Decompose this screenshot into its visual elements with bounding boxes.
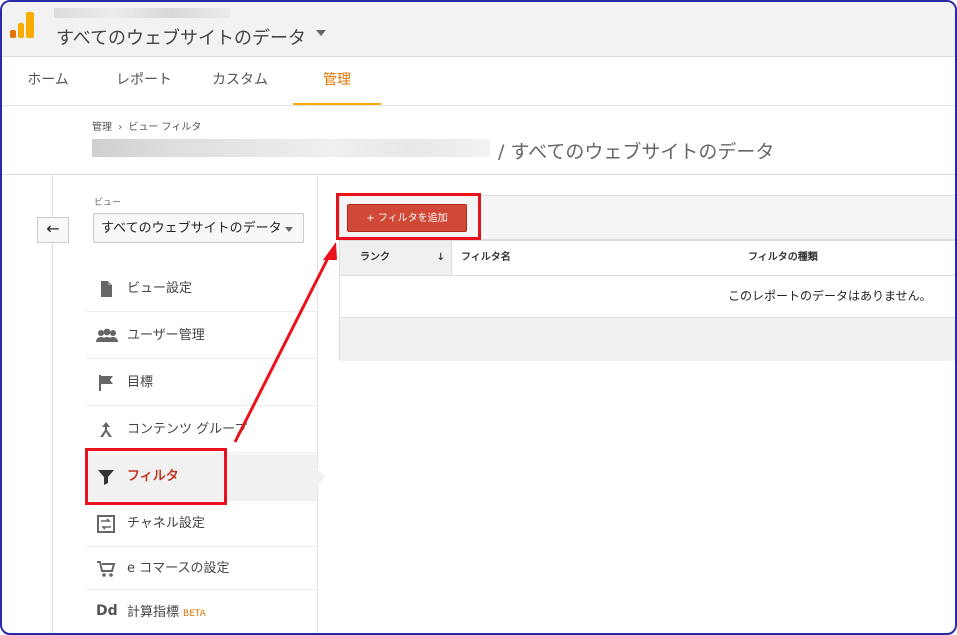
view-label: ビュー [94,198,122,208]
sidebar-item-label: ユーザー管理 [127,328,205,343]
table-footer [340,317,955,361]
divider [52,175,53,633]
flag-icon [99,375,113,391]
view-select-value: すべてのウェブサイトのデータ [101,221,282,236]
beta-badge: BETA [183,609,206,619]
breadcrumb-current: ビュー フィルタ [128,122,202,133]
dd-icon: Dd [96,603,118,619]
sort-down-icon: ↓ [436,252,445,263]
sidebar-item-label: ビュー設定 [127,281,193,296]
breadcrumb: 管理 › ビュー フィルタ [92,118,201,133]
empty-message: このレポートのデータはありません。 [728,289,932,303]
annotation-highlight-filter-item [85,448,227,505]
view-selector-title[interactable]: すべてのウェブサイトのデータ [56,24,306,50]
content-grouping-icon [100,422,112,437]
document-icon [101,281,112,297]
tab-admin[interactable]: 管理 [293,57,381,105]
tab-home[interactable]: ホーム [2,57,94,103]
tab-reports[interactable]: レポート [98,57,190,103]
table-header: ランク ↓ フィルタ名 フィルタの種類 [340,241,955,276]
cart-icon [97,561,116,577]
users-icon [96,328,118,342]
sidebar-item-goals[interactable]: 目標 [86,360,317,406]
sidebar-item-channel-settings[interactable]: チャネル設定 [86,501,317,547]
breadcrumb-parent[interactable]: 管理 [92,122,112,133]
sidebar-item-label: 計算指標 BETA [127,590,206,633]
breadcrumb-separator: › [118,122,123,133]
active-pointer [317,468,325,486]
sidebar-item-label: コンテンツ グループ [127,422,248,437]
divider [2,174,955,175]
column-header-filter-type[interactable]: フィルタの種類 [748,241,818,275]
sidebar-item-text: 計算指標 [127,605,180,620]
annotation-highlight-add-button [336,193,481,240]
column-header-rank[interactable]: ランク ↓ [340,241,452,275]
chevron-down-icon[interactable] [316,30,326,36]
column-header-label: ランク [360,252,390,263]
top-bar: すべてのウェブサイトのデータ [2,2,955,57]
sidebar-item-user-management[interactable]: ユーザー管理 [86,313,317,359]
page-title: / すべてのウェブサイトのデータ [498,141,775,163]
filters-table: ランク ↓ フィルタ名 フィルタの種類 このレポートのデータはありません。 [339,240,955,361]
sidebar-item-label: e コマースの設定 [127,561,230,576]
sidebar-item-calculated-metrics[interactable]: Dd 計算指標 BETA [86,590,317,633]
chevron-down-icon [285,227,293,232]
window-frame: すべてのウェブサイトのデータ ホーム レポート カスタム 管理 管理 › ビュー… [0,0,957,635]
channel-settings-icon [97,515,115,533]
view-select[interactable]: すべてのウェブサイトのデータ [93,213,304,243]
sidebar-item-label: 目標 [127,375,154,390]
sidebar-item-ecommerce-settings[interactable]: e コマースの設定 [86,547,317,590]
account-name-redacted [54,8,230,18]
back-arrow-icon[interactable]: ← [37,217,69,243]
divider [317,175,318,633]
tab-custom[interactable]: カスタム [194,57,286,103]
account-title-redacted [92,139,490,157]
sidebar-item-label: チャネル設定 [127,516,205,531]
sidebar-item-view-settings[interactable]: ビュー設定 [86,266,317,312]
main-nav: ホーム レポート カスタム 管理 [2,57,955,106]
sidebar-item-content-grouping[interactable]: コンテンツ グループ [86,407,317,453]
column-header-filter-name[interactable]: フィルタ名 [461,241,511,275]
analytics-logo-icon[interactable] [10,12,36,38]
